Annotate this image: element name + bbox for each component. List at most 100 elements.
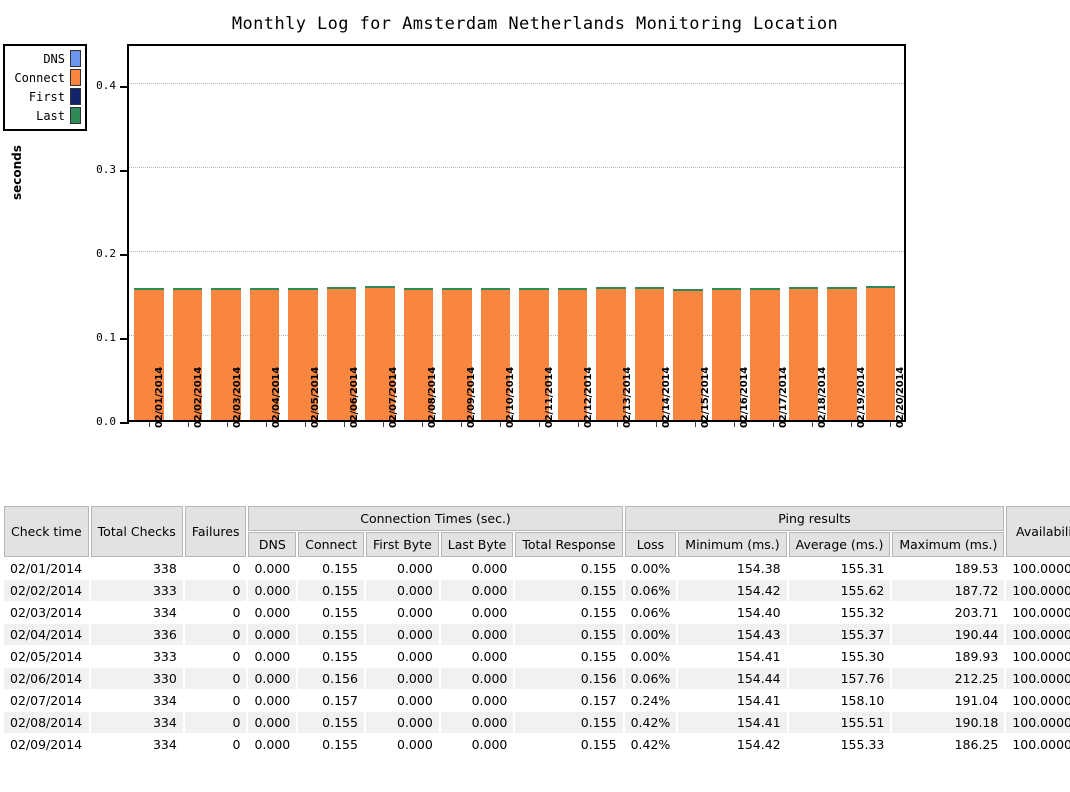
table-cell-total-response: 0.155 — [515, 580, 622, 601]
table-cell-min: 154.41 — [678, 646, 786, 667]
bar — [558, 46, 588, 420]
table-cell-connect: 0.155 — [298, 712, 364, 733]
legend-item-label: Last — [36, 109, 65, 123]
table-cell-date: 02/06/2014 — [4, 668, 89, 689]
table-cell-avg: 155.51 — [789, 712, 891, 733]
table-row: 02/06/201433000.0000.1560.0000.0000.1560… — [4, 668, 1070, 689]
bar — [789, 46, 819, 420]
table-cell-total-response: 0.155 — [515, 602, 622, 623]
table-cell-availability: 100.0000 % — [1006, 624, 1070, 645]
x-axis-tick-label: 02/10/2014 — [505, 367, 516, 428]
table-cell-loss: 0.42% — [625, 734, 677, 755]
bar — [635, 46, 665, 420]
x-axis-tick-label: 02/01/2014 — [154, 367, 165, 428]
table-cell-loss: 0.00% — [625, 558, 677, 579]
x-axis-tick — [539, 422, 540, 427]
bar — [134, 46, 164, 420]
table-cell-failures: 0 — [185, 580, 247, 601]
x-axis-tick-label: 02/14/2014 — [661, 367, 672, 428]
bar — [404, 46, 434, 420]
table-cell-first-byte: 0.000 — [366, 712, 439, 733]
x-axis-tick — [383, 422, 384, 427]
table-row: 02/09/201433400.0000.1550.0000.0000.1550… — [4, 734, 1070, 755]
table-cell-total-response: 0.155 — [515, 624, 622, 645]
x-axis-tick — [188, 422, 189, 427]
bar — [365, 46, 395, 420]
x-axis-tick — [461, 422, 462, 427]
bar-segment-connect — [712, 290, 742, 420]
table-cell-dns: 0.000 — [248, 646, 296, 667]
bar — [288, 46, 318, 420]
table-cell-first-byte: 0.000 — [366, 624, 439, 645]
x-axis-tick — [890, 422, 891, 427]
table-cell-avg: 155.31 — [789, 558, 891, 579]
x-axis-tick-label: 02/05/2014 — [310, 367, 321, 428]
table-cell-failures: 0 — [185, 558, 247, 579]
table-cell-total-checks: 334 — [91, 712, 183, 733]
table-cell-last-byte: 0.000 — [441, 690, 514, 711]
table-cell-availability: 100.0000 % — [1006, 602, 1070, 623]
x-axis-tick-label: 02/13/2014 — [622, 367, 633, 428]
table-cell-min: 154.42 — [678, 734, 786, 755]
x-axis-tick-label: 02/03/2014 — [232, 367, 243, 428]
table-subheader-cell: Last Byte — [441, 532, 514, 557]
table-cell-availability: 100.0000 % — [1006, 712, 1070, 733]
table-cell-availability: 100.0000 % — [1006, 690, 1070, 711]
bar — [327, 46, 357, 420]
table-cell-dns: 0.000 — [248, 624, 296, 645]
bar-segment-connect — [789, 289, 819, 420]
table-cell-loss: 0.00% — [625, 624, 677, 645]
table-cell-failures: 0 — [185, 712, 247, 733]
y-axis-tick — [120, 422, 129, 424]
y-axis-tick-label: 0.0 — [74, 416, 116, 427]
x-axis-tick-label: 02/11/2014 — [544, 367, 555, 428]
table-head: Check timeTotal ChecksFailuresConnection… — [4, 506, 1070, 557]
table-cell-connect: 0.155 — [298, 602, 364, 623]
table-header-cell: Check time — [4, 506, 89, 557]
table-cell-failures: 0 — [185, 646, 247, 667]
bar — [750, 46, 780, 420]
table-cell-loss: 0.24% — [625, 690, 677, 711]
table-cell-failures: 0 — [185, 624, 247, 645]
bar-segment-connect — [827, 289, 857, 420]
table-cell-dns: 0.000 — [248, 602, 296, 623]
table-cell-first-byte: 0.000 — [366, 580, 439, 601]
table-cell-total-response: 0.157 — [515, 690, 622, 711]
x-axis-tick-label: 02/16/2014 — [739, 367, 750, 428]
table-cell-total-checks: 333 — [91, 646, 183, 667]
table-cell-connect: 0.155 — [298, 624, 364, 645]
table-cell-max: 191.04 — [892, 690, 1004, 711]
table-cell-first-byte: 0.000 — [366, 668, 439, 689]
table-cell-avg: 155.37 — [789, 624, 891, 645]
table-cell-last-byte: 0.000 — [441, 558, 514, 579]
table-cell-dns: 0.000 — [248, 734, 296, 755]
bar-segment-connect — [866, 288, 896, 420]
table-cell-total-checks: 330 — [91, 668, 183, 689]
table-subheader-cell: Loss — [625, 532, 677, 557]
table-cell-failures: 0 — [185, 690, 247, 711]
table-cell-total-response: 0.155 — [515, 734, 622, 755]
legend-item-connect: Connect — [8, 68, 81, 87]
table-cell-failures: 0 — [185, 734, 247, 755]
table-cell-avg: 158.10 — [789, 690, 891, 711]
table-cell-loss: 0.06% — [625, 580, 677, 601]
table-cell-first-byte: 0.000 — [366, 690, 439, 711]
x-axis-tick — [695, 422, 696, 427]
bar — [673, 46, 703, 420]
bar — [211, 46, 241, 420]
table-cell-dns: 0.000 — [248, 668, 296, 689]
table-cell-max: 190.18 — [892, 712, 1004, 733]
bar — [519, 46, 549, 420]
table-cell-total-response: 0.155 — [515, 646, 622, 667]
table-cell-total-checks: 338 — [91, 558, 183, 579]
bar-segment-connect — [750, 290, 780, 420]
table-cell-min: 154.43 — [678, 624, 786, 645]
table-subheader-cell: Connect — [298, 532, 364, 557]
table-cell-max: 189.53 — [892, 558, 1004, 579]
table-cell-connect: 0.155 — [298, 558, 364, 579]
table-body: 02/01/201433800.0000.1550.0000.0000.1550… — [4, 558, 1070, 755]
table-cell-failures: 0 — [185, 602, 247, 623]
legend-item-label: Connect — [14, 71, 65, 85]
table-header-cell: Connection Times (sec.) — [248, 506, 622, 531]
x-axis-tick — [149, 422, 150, 427]
